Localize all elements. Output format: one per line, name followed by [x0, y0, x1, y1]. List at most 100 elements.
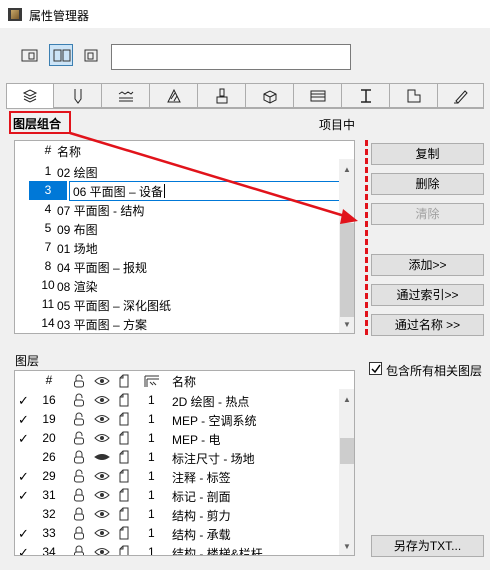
layer-row[interactable]: ✓ 20 1 MEP - 电	[15, 429, 354, 448]
eye-icon[interactable]	[94, 412, 110, 429]
layer-row[interactable]: 26 1 标注尺寸 - 场地	[15, 448, 354, 467]
layer-intersection-group[interactable]: 1	[148, 393, 155, 407]
layer-check[interactable]: ✓	[18, 412, 29, 428]
wireframe-icon[interactable]	[117, 469, 131, 486]
layer-row[interactable]: 32 1 结构 - 剪力	[15, 505, 354, 524]
tab-zones[interactable]	[390, 83, 438, 108]
add-button[interactable]: 添加>>	[371, 254, 484, 276]
wireframe-icon[interactable]	[117, 507, 131, 524]
eye-icon[interactable]	[94, 507, 110, 524]
layer-combo-row[interactable]: 8 04 平面图 – 报规	[15, 257, 354, 276]
layer-row[interactable]: ✓ 31 1 标记 - 剖面	[15, 486, 354, 505]
tab-pens[interactable]	[54, 83, 102, 108]
layer-combo-row[interactable]: 7 01 场地	[15, 238, 354, 257]
layer-check[interactable]: ✓	[18, 545, 29, 555]
wireframe-icon[interactable]	[117, 412, 131, 429]
scroll-thumb[interactable]	[340, 223, 354, 317]
include-related-checkbox[interactable]: 包含所有相关图层	[369, 362, 487, 378]
layer-intersection-group[interactable]: 1	[148, 412, 155, 426]
wireframe-icon[interactable]	[117, 545, 131, 555]
layers-scroll-up-arrow[interactable]: ▲	[343, 395, 351, 404]
layer-check[interactable]: ✓	[18, 469, 29, 485]
copy-button[interactable]: 复制	[371, 143, 484, 165]
locked-icon[interactable]	[72, 526, 86, 543]
layer-row[interactable]: ✓ 29 1 注释 - 标签	[15, 467, 354, 486]
tab-operation-profiles[interactable]	[342, 83, 390, 108]
view-list-right-button[interactable]	[80, 44, 104, 66]
tab-line-types[interactable]	[102, 83, 150, 108]
layer-intersection-group[interactable]: 1	[148, 450, 155, 464]
i-beam-icon	[360, 89, 371, 103]
tab-surfaces[interactable]	[198, 83, 246, 108]
check-icon	[371, 364, 381, 374]
locked-icon[interactable]	[72, 450, 86, 467]
layers-list[interactable]: # 名称 ✓ 16 1 2D 绘图 - 热点 ✓ 19 1 MEP - 空调系统 ✓ 20 1 MEP…	[14, 370, 355, 556]
tab-fills[interactable]	[150, 83, 198, 108]
by-name-button[interactable]: 通过名称 >>	[371, 314, 484, 336]
layer-combo-row[interactable]: 10 08 渲染	[15, 276, 354, 295]
tab-layers[interactable]	[6, 83, 54, 109]
layer-combo-row[interactable]: 5 09 布图	[15, 219, 354, 238]
layer-intersection-group[interactable]: 1	[148, 431, 155, 445]
scroll-down-arrow[interactable]: ▼	[343, 320, 351, 329]
layer-combo-row[interactable]: 1 02 绘图	[15, 162, 354, 181]
eye-icon[interactable]	[94, 393, 110, 410]
locked-icon[interactable]	[72, 545, 86, 555]
eye-icon[interactable]	[94, 431, 110, 448]
search-input[interactable]	[111, 44, 351, 70]
layer-intersection-group[interactable]: 1	[148, 469, 155, 483]
by-index-button[interactable]: 通过索引>>	[371, 284, 484, 306]
eye-icon[interactable]	[94, 488, 110, 505]
wireframe-icon[interactable]	[117, 488, 131, 505]
tab-profiles[interactable]	[294, 83, 342, 108]
layer-intersection-group[interactable]: 1	[148, 488, 155, 502]
combos-scrollbar[interactable]: ▲ ▼	[339, 159, 354, 333]
layer-combo-row[interactable]: 4 07 平面图 - 结构	[15, 200, 354, 219]
layer-row[interactable]: ✓ 16 1 2D 绘图 - 热点	[15, 391, 354, 410]
layer-check[interactable]: ✓	[18, 488, 29, 504]
split-view-icon	[53, 49, 71, 62]
unlocked-icon[interactable]	[72, 469, 86, 486]
view-split-button[interactable]	[49, 44, 73, 66]
save-as-txt-button[interactable]: 另存为TXT...	[371, 535, 484, 557]
layer-combo-row[interactable]: 3 06 平面图 – 设备	[15, 181, 354, 201]
unlocked-icon[interactable]	[72, 431, 86, 448]
checkbox-box[interactable]	[369, 362, 382, 375]
layers-scrollbar[interactable]: ▲ ▼	[339, 389, 354, 555]
locked-icon[interactable]	[72, 488, 86, 505]
annotation-box	[9, 111, 71, 134]
delete-button[interactable]: 删除	[371, 173, 484, 195]
unlocked-icon[interactable]	[72, 412, 86, 429]
layer-check[interactable]: ✓	[18, 393, 29, 409]
tab-markup[interactable]	[438, 83, 484, 108]
clear-button[interactable]: 清除	[371, 203, 484, 225]
wireframe-icon[interactable]	[117, 526, 131, 543]
wireframe-icon[interactable]	[117, 450, 131, 467]
scroll-up-arrow[interactable]: ▲	[343, 165, 351, 174]
layer-intersection-group[interactable]: 1	[148, 507, 155, 521]
layers-scroll-thumb[interactable]	[340, 438, 354, 464]
layer-intersection-group[interactable]: 1	[148, 526, 155, 540]
eye-icon[interactable]	[94, 526, 110, 543]
wireframe-icon[interactable]	[117, 431, 131, 448]
view-list-left-button[interactable]	[17, 44, 41, 66]
layer-combo-row[interactable]: 11 05 平面图 – 深化图纸	[15, 295, 354, 314]
tab-composites[interactable]	[246, 83, 294, 108]
eye-icon[interactable]	[94, 469, 110, 486]
layer-combo-name[interactable]: 06 平面图 – 设备	[73, 183, 163, 200]
locked-icon[interactable]	[72, 507, 86, 524]
eye-hidden-icon[interactable]	[94, 450, 110, 467]
unlocked-icon[interactable]	[72, 393, 86, 410]
layer-intersection-group[interactable]: 1	[148, 545, 155, 555]
layers-scroll-down-arrow[interactable]: ▼	[343, 542, 351, 551]
layer-name: MEP - 空调系统	[172, 414, 257, 428]
layer-check[interactable]: ✓	[18, 526, 29, 542]
layer-combo-row[interactable]: 14 03 平面图 – 方案	[15, 314, 354, 333]
layer-row[interactable]: ✓ 33 1 结构 - 承载	[15, 524, 354, 543]
wireframe-icon[interactable]	[117, 393, 131, 410]
layer-combos-list[interactable]: # 名称 1 02 绘图 3 06 平面图 – 设备 4 07 平面图 - 结构 5 09 布…	[14, 140, 355, 334]
layer-check[interactable]: ✓	[18, 431, 29, 447]
layer-row[interactable]: ✓ 19 1 MEP - 空调系统	[15, 410, 354, 429]
layer-row[interactable]: ✓ 34 1 结构 - 楼梯&栏杆	[15, 543, 354, 555]
eye-icon[interactable]	[94, 545, 110, 555]
